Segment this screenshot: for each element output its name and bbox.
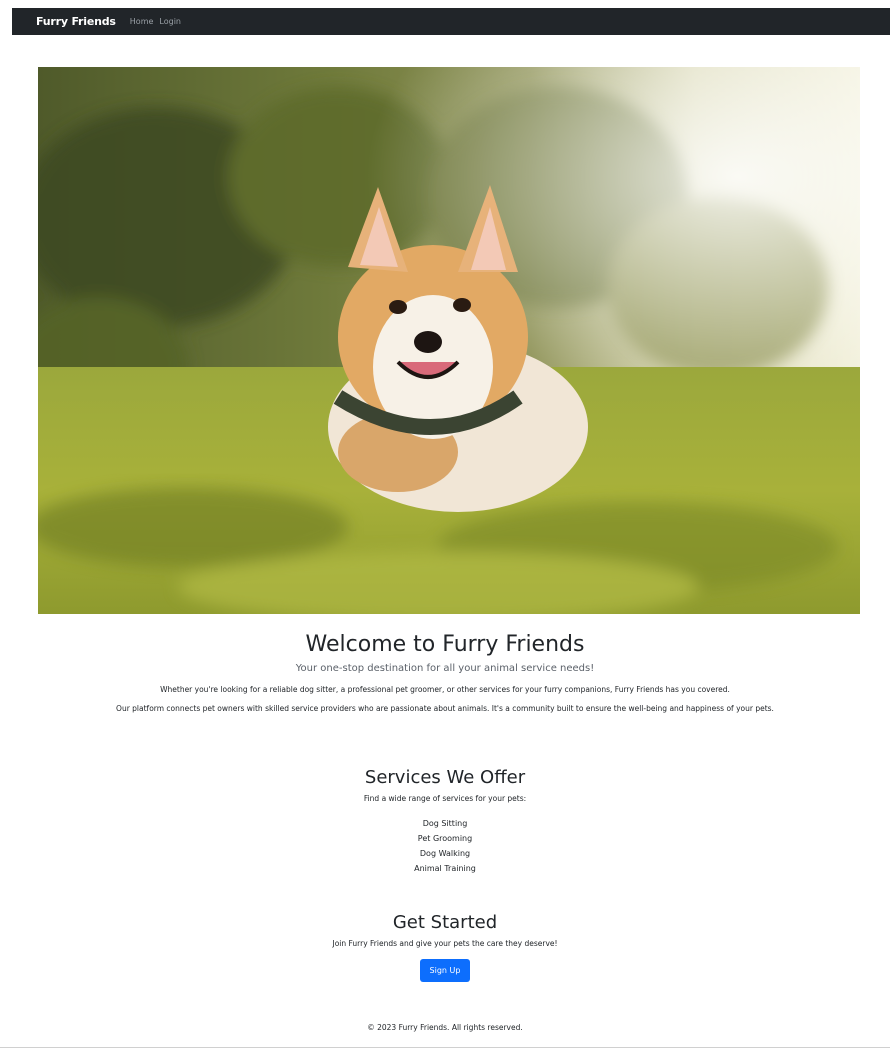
navbar: Furry Friends Home Login	[12, 8, 890, 35]
list-item: Pet Grooming	[417, 834, 473, 843]
corgi-photo	[38, 67, 860, 614]
services-subtitle: Find a wide range of services for your p…	[363, 794, 527, 803]
bottom-divider	[0, 1047, 890, 1048]
footer-text: © 2023 Furry Friends. All rights reserve…	[367, 1023, 523, 1032]
sign-up-button[interactable]: Sign Up	[419, 959, 471, 982]
hero-image	[38, 67, 860, 614]
list-item: Dog Walking	[419, 849, 471, 858]
welcome-paragraph-1: Whether you're looking for a reliable do…	[160, 685, 730, 694]
get-started-subtitle: Join Furry Friends and give your pets th…	[332, 939, 558, 948]
services-list: Dog Sitting Pet Grooming Dog Walking Ani…	[0, 816, 890, 876]
get-started-title: Get Started	[392, 912, 498, 933]
get-started-section: Get Started Join Furry Friends and give …	[0, 910, 890, 982]
top-gutter	[0, 0, 890, 8]
services-title: Services We Offer	[364, 767, 526, 788]
services-section: Services We Offer Find a wide range of s…	[0, 765, 890, 876]
welcome-section: Welcome to Furry Friends Your one-stop d…	[0, 630, 890, 714]
welcome-title: Welcome to Furry Friends	[305, 632, 585, 657]
list-item: Animal Training	[414, 864, 476, 873]
nav-link-home[interactable]: Home	[130, 17, 154, 26]
list-item: Dog Sitting	[422, 819, 468, 828]
welcome-paragraph-2: Our platform connects pet owners with sk…	[116, 704, 774, 713]
nav-link-login[interactable]: Login	[159, 17, 181, 26]
welcome-subtitle: Your one-stop destination for all your a…	[295, 663, 595, 674]
navbar-brand[interactable]: Furry Friends	[36, 15, 116, 28]
